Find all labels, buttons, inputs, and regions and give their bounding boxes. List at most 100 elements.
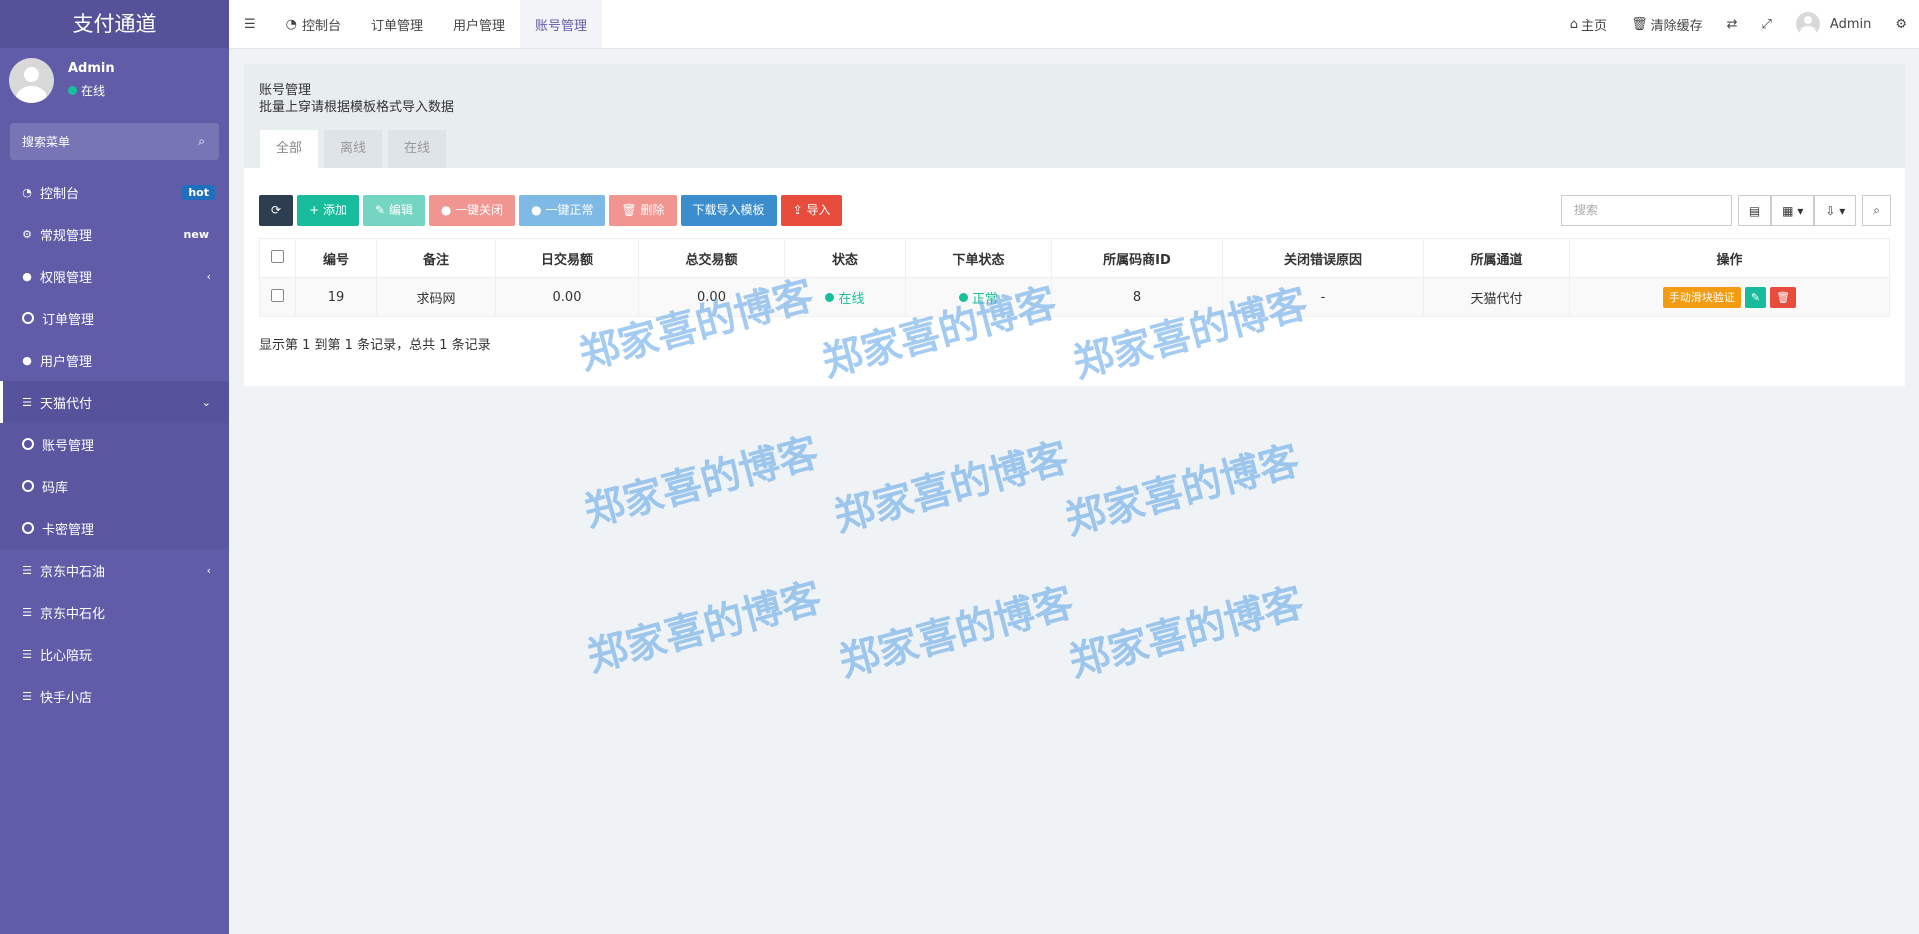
home-label: 主页 bbox=[1581, 18, 1608, 34]
col-header[interactable]: 备注 bbox=[376, 238, 496, 278]
sidebar-item-accounts[interactable]: 账号管理 bbox=[0, 423, 229, 465]
cell-merchant-id: 8 bbox=[1051, 277, 1223, 317]
user-icon: ● bbox=[22, 353, 32, 367]
col-header[interactable]: 下单状态 bbox=[905, 238, 1052, 278]
row-delete-button[interactable]: 🗑 bbox=[1770, 286, 1797, 308]
cogs-icon: ⚙ bbox=[22, 227, 32, 241]
menu-search-placeholder: 搜索菜单 bbox=[22, 135, 71, 149]
plus-icon: + bbox=[309, 203, 323, 217]
normal-all-button[interactable]: ● 一键正常 bbox=[519, 195, 606, 226]
tab-dashboard[interactable]: ◔ 控制台 bbox=[271, 0, 356, 48]
list-icon: ☰ bbox=[22, 395, 32, 409]
row-checkbox[interactable] bbox=[259, 277, 296, 317]
download-template-button[interactable]: 下载导入模板 bbox=[680, 195, 777, 226]
col-header[interactable]: 总交易额 bbox=[638, 238, 785, 278]
table-header-row: 编号 备注 日交易额 总交易额 状态 下单状态 所属码商ID 关闭错误原因 所属… bbox=[259, 238, 1890, 278]
menu-search-input[interactable]: 搜索菜单 ⌕ bbox=[10, 123, 219, 160]
add-button[interactable]: + 添加 bbox=[297, 195, 359, 226]
topbar-right: ⌂ 主页 🗑 清除缓存 ⇄ ⤢ Admin ⚙ bbox=[1558, 0, 1919, 48]
sidebar-item-kuaishou[interactable]: ☰ 快手小店 bbox=[0, 675, 229, 717]
tab-label: 控制台 bbox=[302, 18, 342, 34]
advanced-search-icon[interactable]: ⌕ bbox=[1862, 195, 1891, 226]
clear-cache-button[interactable]: 🗑 清除缓存 bbox=[1619, 0, 1715, 48]
row-edit-button[interactable]: ✎ bbox=[1744, 286, 1767, 308]
tab-all[interactable]: 全部 bbox=[260, 130, 319, 168]
user-status-label: 在线 bbox=[81, 84, 106, 98]
grid-icon: ▦ bbox=[1782, 203, 1794, 218]
tab-orders[interactable]: 订单管理 bbox=[356, 0, 438, 48]
watermark-text: 郑家喜的博客 bbox=[582, 574, 827, 682]
sidebar-item-label: 快手小店 bbox=[40, 690, 93, 706]
col-header[interactable]: 状态 bbox=[784, 238, 906, 278]
export-dropdown[interactable]: ⇩ ▾ bbox=[1814, 195, 1857, 226]
online-dot-icon bbox=[68, 86, 77, 95]
tab-online[interactable]: 在线 bbox=[388, 130, 447, 168]
trash-icon: 🗑 bbox=[621, 203, 641, 217]
watermark-text: 郑家喜的博客 bbox=[1064, 579, 1309, 687]
col-header[interactable]: 所属通道 bbox=[1423, 238, 1570, 278]
normal-all-label: 一键正常 bbox=[545, 203, 594, 217]
sidebar-item-users[interactable]: ● 用户管理 bbox=[0, 339, 229, 381]
sidebar-item-code-library[interactable]: 码库 bbox=[0, 465, 229, 507]
columns-dropdown[interactable]: ▦ ▾ bbox=[1771, 195, 1815, 226]
import-button[interactable]: ⇪ 导入 bbox=[780, 195, 843, 226]
sidebar-item-permissions[interactable]: ● 权限管理 ‹ bbox=[0, 255, 229, 297]
language-icon[interactable]: ⇄ bbox=[1715, 0, 1750, 48]
chevron-down-icon: ⌄ bbox=[201, 395, 211, 409]
tab-accounts[interactable]: 账号管理 bbox=[520, 0, 603, 48]
sidebar-item-jd-sinopec[interactable]: ☰ 京东中石化 bbox=[0, 591, 229, 633]
cell-note: 求码网 bbox=[376, 277, 496, 317]
sidebar-item-dashboard[interactable]: ◔ 控制台 hot bbox=[0, 171, 229, 213]
online-dot-icon bbox=[825, 292, 835, 302]
sidebar-item-jd-petrochina[interactable]: ☰ 京东中石油 ‹ bbox=[0, 549, 229, 591]
dashboard-icon: ◔ bbox=[22, 185, 32, 199]
menu-toggle-icon[interactable]: ☰ bbox=[229, 0, 271, 48]
sidebar-item-bixin[interactable]: ☰ 比心陪玩 bbox=[0, 633, 229, 675]
sidebar-item-label: 京东中石化 bbox=[40, 606, 106, 622]
users-icon: ● bbox=[22, 269, 32, 283]
slider-verify-button[interactable]: 手动滑块验证 bbox=[1662, 286, 1741, 308]
search-icon[interactable]: ⌕ bbox=[198, 134, 205, 149]
sidebar-menu: ◔ 控制台 hot ⚙ 常规管理 new ● 权限管理 ‹ 订单管理 ● 用户管理 ☰ 天猫代付… bbox=[0, 171, 229, 717]
list-icon: ☰ bbox=[22, 563, 32, 577]
avatar bbox=[1795, 12, 1820, 36]
brand-title[interactable]: 支付通道 bbox=[0, 0, 229, 48]
delete-button[interactable]: 🗑 删除 bbox=[609, 195, 677, 226]
table-search-input[interactable]: 搜索 bbox=[1560, 195, 1732, 226]
circle-icon bbox=[22, 312, 34, 324]
settings-icon[interactable]: ⚙ bbox=[1883, 0, 1919, 48]
watermark-text: 郑家喜的博客 bbox=[829, 434, 1074, 542]
refresh-button[interactable]: ⟳ bbox=[259, 195, 294, 226]
fullscreen-icon[interactable]: ⤢ bbox=[1750, 0, 1784, 48]
tab-users[interactable]: 用户管理 bbox=[438, 0, 520, 48]
home-link[interactable]: ⌂ 主页 bbox=[1558, 0, 1619, 48]
sidebar-item-orders[interactable]: 订单管理 bbox=[0, 297, 229, 339]
cell-total: 0.00 bbox=[638, 277, 785, 317]
table-row[interactable]: 19 求码网 0.00 0.00 在线 正常 8 - 天猫代付 手动滑块验证 ✎… bbox=[259, 277, 1890, 317]
select-all-checkbox[interactable] bbox=[259, 238, 296, 278]
col-header[interactable]: 所属码商ID bbox=[1051, 238, 1223, 278]
circle-icon bbox=[22, 438, 34, 450]
cell-status[interactable]: 在线 bbox=[784, 277, 906, 317]
toggle-view-icon[interactable]: ▤ bbox=[1737, 195, 1772, 226]
cell-order-status[interactable]: 正常 bbox=[905, 277, 1052, 317]
sidebar-item-cards[interactable]: 卡密管理 bbox=[0, 507, 229, 549]
sidebar-item-general[interactable]: ⚙ 常规管理 new bbox=[0, 213, 229, 255]
user-menu[interactable]: Admin bbox=[1784, 0, 1883, 48]
page-subtitle: 批量上穿请根据模板格式导入数据 bbox=[259, 100, 455, 115]
col-header: 操作 bbox=[1569, 238, 1890, 278]
tab-offline[interactable]: 离线 bbox=[324, 130, 383, 168]
close-all-button[interactable]: ● 一键关闭 bbox=[428, 195, 516, 226]
dashboard-icon: ◔ bbox=[285, 16, 297, 32]
col-header[interactable]: 编号 bbox=[295, 238, 377, 278]
sidebar-item-label: 用户管理 bbox=[40, 354, 93, 370]
col-header[interactable]: 关闭错误原因 bbox=[1222, 238, 1424, 278]
sidebar-item-tmall-pay[interactable]: ☰ 天猫代付 ⌄ bbox=[0, 381, 229, 423]
edit-button[interactable]: ✎ 编辑 bbox=[362, 195, 425, 226]
sidebar-item-label: 账号管理 bbox=[42, 438, 95, 454]
user-panel: Admin 在线 bbox=[0, 48, 229, 116]
cell-error: - bbox=[1222, 277, 1424, 317]
list-icon: ☰ bbox=[22, 605, 32, 619]
upload-icon: ⇪ bbox=[792, 203, 807, 217]
col-header[interactable]: 日交易额 bbox=[495, 238, 639, 278]
